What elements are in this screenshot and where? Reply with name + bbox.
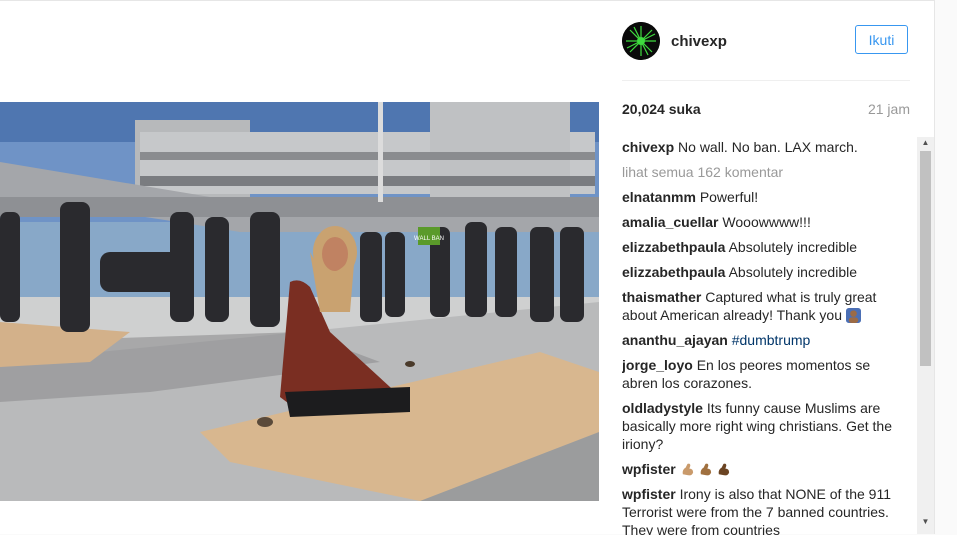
comment-text: Powerful! xyxy=(699,189,759,205)
person-emoji-icon xyxy=(845,308,861,323)
list-item: elnatanmm Powerful! xyxy=(622,188,907,206)
post-time[interactable]: 21 jam xyxy=(868,101,910,117)
comments-scrollbar[interactable]: ▲ ▼ xyxy=(917,137,934,534)
scroll-down-icon[interactable]: ▼ xyxy=(917,516,934,528)
flexed-bicep-icon xyxy=(682,463,693,476)
post-photo[interactable]: WALL BAN xyxy=(0,102,599,501)
comment-text: No wall. No ban. LAX march. xyxy=(678,139,858,155)
scroll-thumb[interactable] xyxy=(920,151,931,366)
comment-username[interactable]: jorge_loyo xyxy=(622,357,693,373)
comment-username[interactable]: ananthu_ajayan xyxy=(622,332,728,348)
comment-text: Wooowwww!!! xyxy=(722,214,811,230)
post-username[interactable]: chivexp xyxy=(671,33,727,50)
comment-username[interactable]: wpfister xyxy=(622,486,676,502)
photo-sign-text: WALL BAN xyxy=(414,236,444,242)
post-sidebar: chivexp Ikuti 20,024 suka 21 jam chivexp… xyxy=(600,1,935,535)
list-item: wpfister Irony is also that NONE of the … xyxy=(622,485,907,535)
comment-username[interactable]: amalia_cuellar xyxy=(622,214,719,230)
list-item: thaismather Captured what is truly great… xyxy=(622,288,907,324)
comment-username[interactable]: elnatanmm xyxy=(622,189,696,205)
hashtag-link[interactable]: #dumbtrump xyxy=(732,332,811,348)
comment-username[interactable]: elizzabethpaula xyxy=(622,239,725,255)
follow-button[interactable]: Ikuti xyxy=(855,25,908,54)
comments-list: chivexp No wall. No ban. LAX march. liha… xyxy=(622,138,907,535)
header-divider xyxy=(622,80,910,81)
list-item: wpfister xyxy=(622,460,907,478)
scroll-up-icon[interactable]: ▲ xyxy=(917,137,934,149)
list-item: amalia_cuellar Wooowwww!!! xyxy=(622,213,907,231)
comment-username[interactable]: oldladystyle xyxy=(622,400,703,416)
list-item: elizzabethpaula Absolutely incredible xyxy=(622,263,907,281)
comment-username[interactable]: chivexp xyxy=(622,139,674,155)
comment-username[interactable]: thaismather xyxy=(622,289,701,305)
flexed-bicep-icon xyxy=(700,463,711,476)
caption: chivexp No wall. No ban. LAX march. xyxy=(622,138,907,156)
list-item: elizzabethpaula Absolutely incredible xyxy=(622,238,907,256)
comment-text: Absolutely incredible xyxy=(728,264,857,280)
photo-illustration: WALL BAN xyxy=(0,102,599,501)
list-item: oldladystyle Its funny cause Muslims are… xyxy=(622,399,907,453)
flexed-bicep-icon xyxy=(718,463,729,476)
likes-count[interactable]: 20,024 suka xyxy=(622,101,701,117)
view-all-comments-link[interactable]: lihat semua 162 komentar xyxy=(622,163,907,181)
list-item: ananthu_ajayan #dumbtrump xyxy=(622,331,907,349)
comment-text: Absolutely incredible xyxy=(728,239,857,255)
avatar-icon[interactable] xyxy=(622,22,660,60)
comment-username[interactable]: elizzabethpaula xyxy=(622,264,725,280)
list-item: jorge_loyo En los peores momentos se abr… xyxy=(622,356,907,392)
post-header: chivexp Ikuti xyxy=(622,20,910,62)
comment-username[interactable]: wpfister xyxy=(622,461,676,477)
post-card: WALL BAN chivexp Ikuti 20,024 suka 21 ja… xyxy=(0,0,935,535)
